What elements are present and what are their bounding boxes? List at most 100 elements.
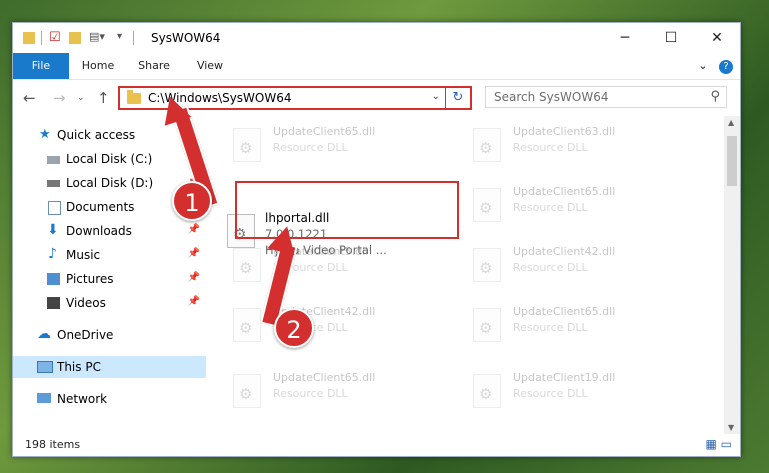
dll-file-icon (233, 308, 261, 342)
item-count: 198 items (25, 438, 81, 451)
file-type: Resource DLL (273, 141, 348, 154)
nav-local-disk-c[interactable]: Local Disk (C:) 📌 (13, 148, 206, 170)
star-icon: ★ (39, 127, 51, 142)
nav-label: OneDrive (57, 328, 114, 342)
file-name: UpdateClient65.dll (273, 125, 376, 138)
nav-onedrive[interactable]: ☁ OneDrive (13, 324, 206, 346)
pin-icon[interactable]: 📌 (188, 248, 200, 259)
nav-label: Documents (66, 200, 135, 214)
view-toggle-icons[interactable]: ▦ ▭ (706, 437, 733, 451)
nav-label: Quick access (57, 128, 136, 142)
pin-icon[interactable]: 📌 (188, 224, 200, 235)
callout-badge-2: 2 (274, 308, 314, 348)
scroll-thumb[interactable] (727, 136, 737, 186)
maximize-button[interactable]: ☐ (648, 23, 694, 53)
address-row: ← → ⌄ ↑ C:\Windows\SysWOW64 ⌄ ↻ Search S… (13, 80, 740, 116)
title-bar: ☑ ▤▾ ▾ SysWOW64 ─ ☐ ✕ (13, 23, 740, 53)
nav-label: Local Disk (D:) (66, 176, 154, 190)
tab-view[interactable]: View (187, 53, 233, 79)
address-dropdown-icon[interactable]: ⌄ (432, 91, 440, 102)
tab-home[interactable]: Home (75, 53, 121, 79)
scroll-up-icon[interactable]: ▲ (728, 118, 734, 127)
help-icon[interactable]: ? (717, 53, 735, 79)
drive-icon (47, 156, 60, 164)
folder-icon (127, 90, 141, 104)
dll-file-icon (473, 308, 501, 342)
dll-file-icon (473, 128, 501, 162)
drive-icon (47, 180, 60, 187)
close-button[interactable]: ✕ (694, 23, 740, 53)
nav-downloads[interactable]: ⬇ Downloads 📌 (13, 220, 206, 242)
pin-icon[interactable]: 📌 (188, 272, 200, 283)
callout-badge-1: 1 (172, 181, 212, 221)
list-item[interactable]: UpdateClient65.dll Resource DLL (453, 180, 683, 230)
navigation-pane: ★ Quick access Local Disk (C:) 📌 Local D… (13, 116, 206, 434)
nav-label: Network (57, 392, 108, 406)
customize-dropdown-icon[interactable]: ▾ (117, 31, 122, 47)
pin-icon[interactable]: 📌 (188, 296, 200, 307)
minimize-button[interactable]: ─ (602, 23, 648, 53)
dll-file-icon (473, 188, 501, 222)
recent-dropdown-icon[interactable]: ⌄ (77, 93, 85, 103)
separator (133, 31, 134, 45)
list-item[interactable]: UpdateClient65.dll Resource DLL (213, 366, 443, 416)
nav-label: Local Disk (C:) (66, 152, 153, 166)
dll-file-icon (233, 248, 261, 282)
folder-icon (23, 32, 35, 44)
file-name: UpdateClient65.dll (513, 185, 616, 198)
nav-label: This PC (57, 360, 101, 374)
file-name: UpdateClient65.dll (513, 305, 616, 318)
separator (41, 31, 42, 45)
list-item[interactable]: UpdateClient42.dll Resource DLL (453, 240, 683, 290)
file-type: Resource DLL (513, 201, 588, 214)
status-bar: 198 items ▦ ▭ (13, 434, 740, 456)
file-name: UpdateClient19.dll (513, 371, 616, 384)
search-icon[interactable]: ⚲ (710, 89, 720, 104)
forward-arrow-icon[interactable]: → (53, 89, 66, 107)
nav-label: Music (66, 248, 101, 262)
list-item[interactable]: UpdateClient65.dll Resource DLL (453, 300, 683, 350)
refresh-icon[interactable]: ↻ (445, 88, 470, 108)
dll-file-icon (233, 374, 261, 408)
file-name: UpdateClient63.dll (513, 125, 616, 138)
dll-file-icon (233, 128, 261, 162)
tab-file[interactable]: File (13, 53, 69, 79)
music-note-icon: ♪ (48, 246, 57, 262)
new-folder-icon[interactable] (69, 32, 81, 44)
computer-icon (37, 361, 53, 373)
nav-label: Pictures (66, 272, 114, 286)
nav-label: Videos (66, 296, 106, 310)
ribbon: File Home Share View ⌄ ? (13, 53, 740, 80)
file-type: Resource DLL (513, 321, 588, 334)
list-item[interactable]: UpdateClient19.dll Resource DLL (453, 366, 683, 416)
film-icon (47, 297, 60, 309)
file-name: UpdateClient65.dll (273, 371, 376, 384)
nav-this-pc[interactable]: This PC (13, 356, 206, 378)
back-arrow-icon[interactable]: ← (23, 89, 36, 107)
nav-pictures[interactable]: Pictures 📌 (13, 268, 206, 290)
list-item[interactable]: UpdateClient42.dll Resource DLL (213, 300, 443, 350)
scroll-down-icon[interactable]: ▼ (728, 423, 734, 432)
search-input[interactable]: Search SysWOW64 (494, 90, 608, 104)
customize-toolbar-icon[interactable]: ▤▾ (89, 30, 105, 46)
search-box[interactable]: Search SysWOW64 ⚲ (485, 86, 727, 108)
ribbon-expand-icon[interactable]: ⌄ (693, 53, 713, 79)
file-type: Resource DLL (273, 387, 348, 400)
vertical-scrollbar[interactable]: ▲ ▼ (724, 116, 740, 434)
nav-videos[interactable]: Videos 📌 (13, 292, 206, 314)
file-type: Resource DLL (513, 261, 588, 274)
up-arrow-icon[interactable]: ↑ (97, 89, 110, 107)
list-item[interactable]: UpdateClient63.dll Resource DLL (453, 120, 683, 170)
file-type: Resource DLL (513, 387, 588, 400)
file-type: Resource DLL (513, 141, 588, 154)
file-name: UpdateClient42.dll (513, 245, 616, 258)
tab-share[interactable]: Share (131, 53, 177, 79)
explorer-window: ☑ ▤▾ ▾ SysWOW64 ─ ☐ ✕ File Home Share Vi… (12, 22, 741, 457)
nav-network[interactable]: Network (13, 388, 206, 410)
nav-music[interactable]: ♪ Music 📌 (13, 244, 206, 266)
list-item[interactable]: UpdateClient65.dll Resource DLL (213, 120, 443, 170)
list-item[interactable]: UpdateClient5.dll Resource DLL (213, 240, 443, 290)
pictures-icon (47, 273, 60, 285)
network-icon (37, 393, 51, 403)
properties-icon[interactable]: ☑ (49, 30, 61, 46)
